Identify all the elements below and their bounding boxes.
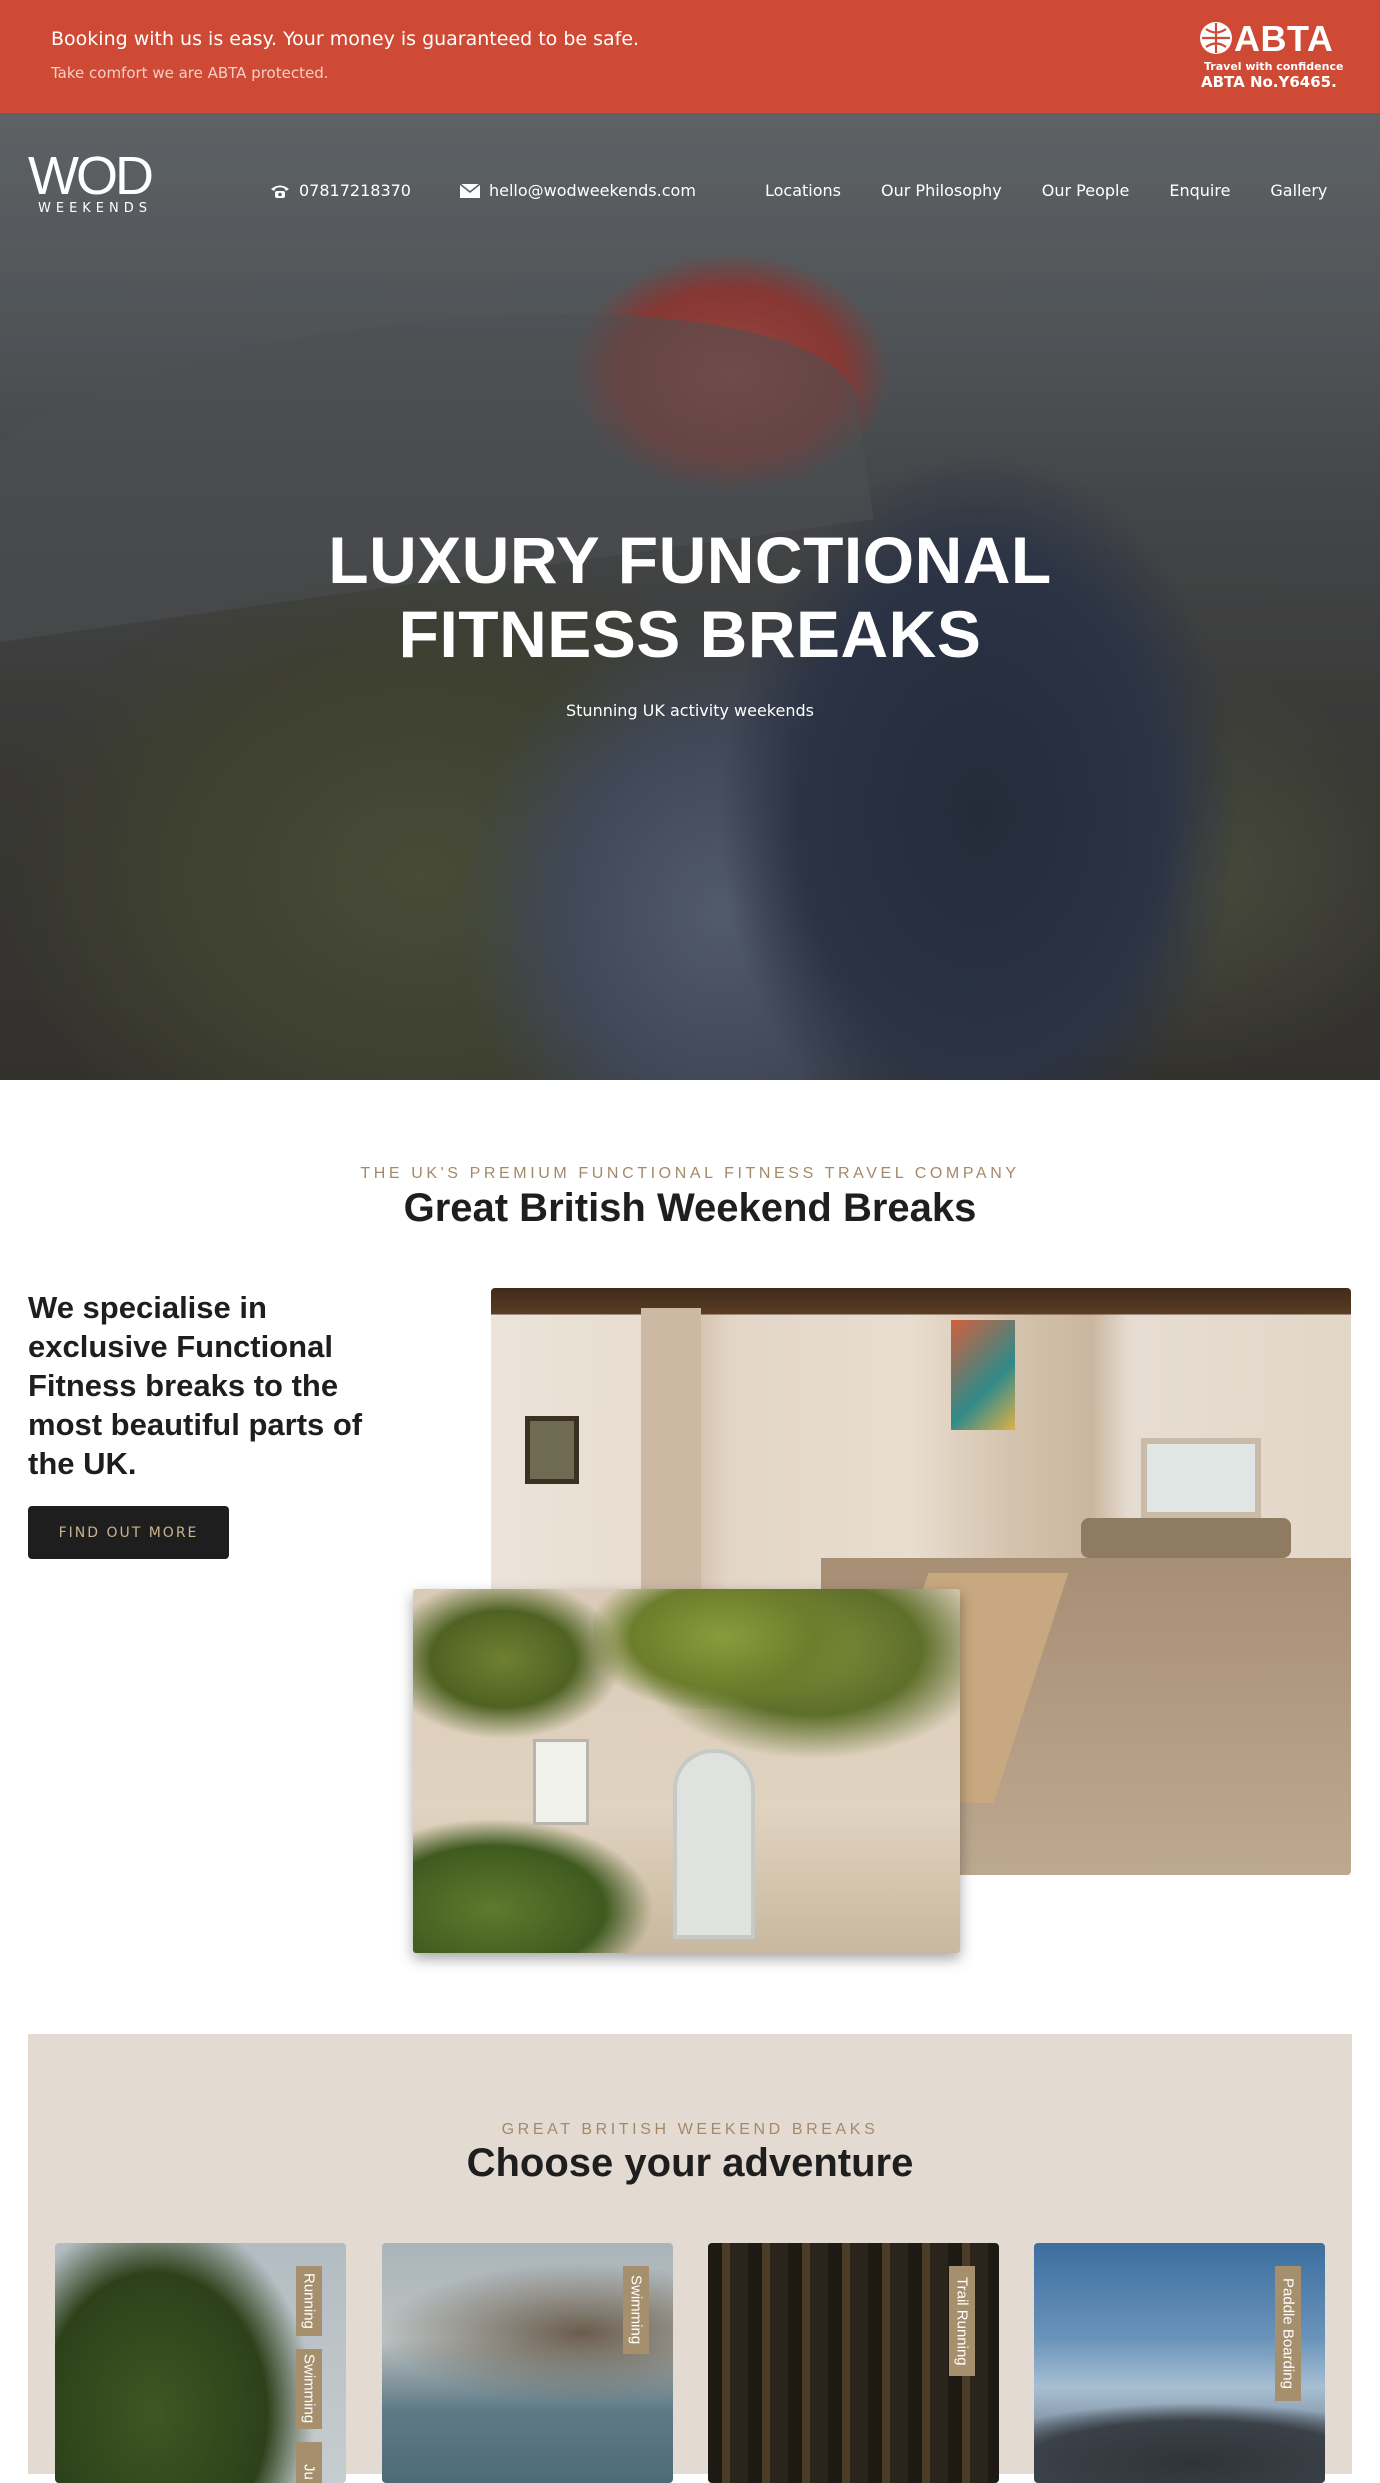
adventure-card[interactable]: Swimming [382, 2243, 673, 2483]
nav-our-people[interactable]: Our People [1042, 181, 1130, 200]
phone-number: 07817218370 [299, 181, 411, 200]
intro-lead-text: We specialise in exclusive Functional Fi… [28, 1290, 363, 1481]
activity-tag: Trail Running [949, 2266, 975, 2376]
mail-icon [460, 183, 480, 198]
adventure-card[interactable]: Trail Running [708, 2243, 999, 2483]
banner-headline: Booking with us is easy. Your money is g… [51, 28, 640, 50]
abta-banner: Booking with us is easy. Your money is g… [0, 0, 1380, 113]
abta-tagline: Travel with confidence [1204, 60, 1344, 73]
activity-tag: Swimming [296, 2349, 322, 2429]
main-nav: Locations Our Philosophy Our People Enqu… [765, 181, 1327, 200]
logo-wordmark: WOD [28, 146, 154, 206]
photo-painting [951, 1320, 1015, 1430]
adventure-title: Choose your adventure [466, 2141, 914, 2185]
site-logo[interactable]: WOD WEEKENDS [28, 149, 168, 219]
activity-tag: Ju [296, 2442, 322, 2483]
phone-link[interactable]: 07817218370 [270, 181, 411, 200]
photo-sofa [1081, 1518, 1291, 1558]
find-out-more-button[interactable]: FIND OUT MORE [28, 1506, 229, 1559]
photo-window [1141, 1438, 1261, 1518]
activity-tag: Swimming [623, 2266, 649, 2354]
intro-title: Great British Weekend Breaks [403, 1186, 977, 1230]
adventure-card[interactable]: Running Swimming Ju [55, 2243, 346, 2483]
nav-our-philosophy[interactable]: Our Philosophy [881, 181, 1002, 200]
hero-title-line2: FITNESS BREAKS [398, 597, 982, 671]
photo-cottage-window [533, 1739, 589, 1825]
activity-tag: Running [296, 2266, 322, 2336]
hero-section: WOD WEEKENDS 07817218370 hello@wodweeken… [0, 113, 1380, 1080]
nav-locations[interactable]: Locations [765, 181, 841, 200]
logo-subtitle: WEEKENDS [38, 201, 153, 216]
nav-enquire[interactable]: Enquire [1169, 181, 1230, 200]
hero-subtitle: Stunning UK activity weekends [566, 701, 814, 720]
photo-wall-frame [525, 1416, 579, 1484]
abta-logo[interactable]: ABTA Travel with confidence ABTA No.Y646… [1198, 18, 1343, 96]
phone-icon [271, 185, 289, 198]
abta-number: ABTA No.Y6465. [1201, 73, 1337, 91]
photo-cottage-door [673, 1749, 755, 1939]
photo-wisteria [593, 1589, 853, 1709]
activity-tag: Paddle Boarding [1275, 2266, 1301, 2401]
intro-eyebrow: THE UK'S PREMIUM FUNCTIONAL FITNESS TRAV… [360, 1165, 1020, 1182]
hero-title-line1: LUXURY FUNCTIONAL [328, 523, 1052, 597]
adventure-eyebrow: GREAT BRITISH WEEKEND BREAKS [501, 2121, 879, 2138]
banner-subline: Take comfort we are ABTA protected. [51, 64, 329, 82]
hero-title: LUXURY FUNCTIONAL FITNESS BREAKS [240, 523, 1140, 671]
cottage-photo [413, 1589, 960, 1953]
email-link[interactable]: hello@wodweekends.com [460, 181, 696, 200]
abta-wordmark: ABTA [1234, 18, 1334, 59]
abta-globe-icon [1200, 22, 1232, 54]
adventure-card[interactable]: Paddle Boarding [1034, 2243, 1325, 2483]
nav-gallery[interactable]: Gallery [1270, 181, 1327, 200]
email-address: hello@wodweekends.com [489, 181, 696, 200]
photo-curtain [641, 1308, 701, 1608]
